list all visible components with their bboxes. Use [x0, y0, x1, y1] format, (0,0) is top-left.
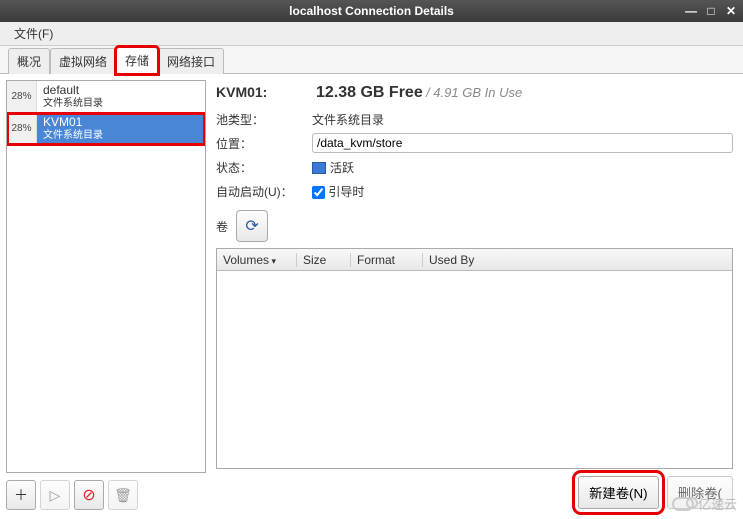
- minimize-icon[interactable]: —: [683, 4, 699, 18]
- pool-title: KVM01:: [216, 84, 296, 100]
- pool-name-label: default: [43, 83, 103, 97]
- pool-used-size: / 4.91 GB In Use: [426, 85, 522, 100]
- pool-details-panel: KVM01: 12.38 GB Free / 4.91 GB In Use 池类…: [212, 80, 737, 513]
- state-active-icon: [312, 162, 326, 174]
- refresh-icon: ⟳: [245, 216, 258, 236]
- pool-usage-pct: 28%: [7, 113, 37, 144]
- close-icon[interactable]: ✕: [723, 4, 739, 18]
- stop-pool-button[interactable]: ⊘: [74, 480, 104, 510]
- play-icon: ▷: [50, 487, 61, 504]
- volume-label: 卷: [216, 218, 228, 235]
- add-pool-button[interactable]: ＋: [6, 480, 36, 510]
- pool-type-label: 文件系统目录: [43, 98, 103, 110]
- col-format[interactable]: Format: [351, 253, 423, 267]
- menu-bar: 文件(F): [0, 22, 743, 46]
- pool-toolbar: ＋ ▷ ⊘ 🗑: [6, 473, 206, 513]
- new-volume-button[interactable]: 新建卷(N): [578, 476, 659, 509]
- maximize-icon[interactable]: □: [703, 4, 719, 18]
- tab-network-interface[interactable]: 网络接口: [158, 48, 224, 74]
- pool-item-default[interactable]: 28% default 文件系统目录: [7, 81, 205, 113]
- volume-table[interactable]: Volumes Size Format Used By: [216, 248, 733, 469]
- trash-icon: 🗑: [114, 487, 132, 504]
- tab-overview[interactable]: 概况: [8, 48, 50, 74]
- pool-usage-pct: 28%: [7, 81, 37, 112]
- volume-toolbar: 新建卷(N) 删除卷(: [216, 469, 733, 509]
- pool-type-label: 池类型：: [216, 111, 312, 128]
- volume-table-header: Volumes Size Format Used By: [217, 249, 732, 271]
- pool-name-label: KVM01: [43, 115, 103, 129]
- pool-type-value: 文件系统目录: [312, 111, 733, 128]
- window-titlebar: localhost Connection Details — □ ✕: [0, 0, 743, 22]
- refresh-volumes-button[interactable]: ⟳: [236, 210, 268, 242]
- col-volumes[interactable]: Volumes: [217, 253, 297, 267]
- col-size[interactable]: Size: [297, 253, 351, 267]
- delete-pool-button[interactable]: 🗑: [108, 480, 138, 510]
- storage-pool-list[interactable]: 28% default 文件系统目录 28% KVM01 文件系统目录: [6, 80, 206, 473]
- tab-virtual-network[interactable]: 虚拟网络: [50, 48, 116, 74]
- pool-location-input[interactable]: [312, 133, 733, 153]
- tab-storage[interactable]: 存储: [116, 47, 158, 74]
- pool-state-value: 活跃: [312, 159, 733, 176]
- delete-volume-button[interactable]: 删除卷(: [667, 476, 733, 509]
- plus-icon: ＋: [14, 485, 28, 505]
- pool-location-value: [312, 133, 733, 153]
- window-title: localhost Connection Details: [289, 4, 454, 18]
- autostart-checkbox[interactable]: [312, 186, 325, 199]
- pool-autostart-value: 引导时: [312, 183, 733, 200]
- pool-free-size: 12.38 GB Free: [316, 84, 423, 101]
- stop-icon: ⊘: [82, 485, 95, 505]
- pool-state-label: 状态：: [216, 159, 312, 176]
- pool-autostart-label: 自动启动(U)：: [216, 183, 312, 200]
- window-controls: — □ ✕: [683, 4, 739, 18]
- volume-table-body: [217, 271, 732, 468]
- volume-row: 卷 ⟳: [216, 210, 733, 242]
- pool-location-label: 位置：: [216, 135, 312, 152]
- content-area: 28% default 文件系统目录 28% KVM01 文件系统目录 ＋ ▷ …: [0, 74, 743, 519]
- col-usedby[interactable]: Used By: [423, 253, 732, 267]
- pool-type-label: 文件系统目录: [43, 130, 103, 142]
- storage-pool-panel: 28% default 文件系统目录 28% KVM01 文件系统目录 ＋ ▷ …: [6, 80, 206, 513]
- pool-header: KVM01: 12.38 GB Free / 4.91 GB In Use: [216, 84, 733, 102]
- tab-bar: 概况 虚拟网络 存储 网络接口: [0, 46, 743, 74]
- start-pool-button[interactable]: ▷: [40, 480, 70, 510]
- pool-item-kvm01[interactable]: 28% KVM01 文件系统目录: [7, 113, 205, 145]
- menu-file[interactable]: 文件(F): [8, 23, 59, 44]
